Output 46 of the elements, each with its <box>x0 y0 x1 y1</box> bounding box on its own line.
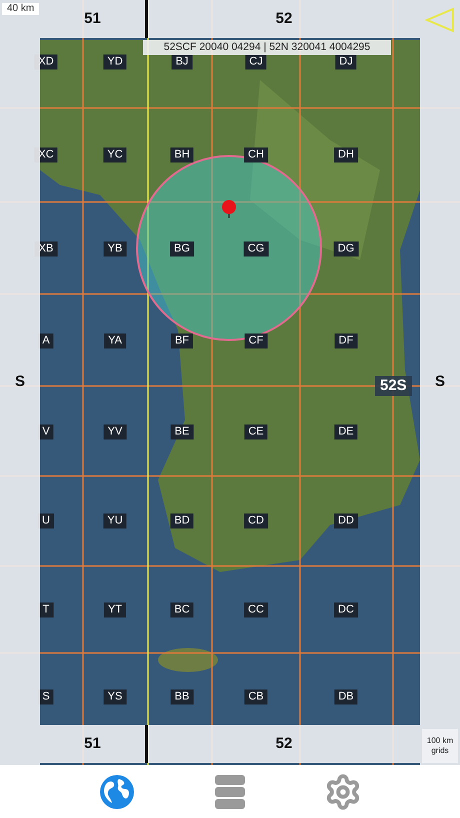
grid-square-label: BH <box>170 148 194 162</box>
grid-square-label: BG <box>170 242 194 256</box>
grid-square-label: BJ <box>172 54 192 70</box>
zone-number: 51 <box>84 8 101 29</box>
grid-square-label: CJ <box>245 54 267 70</box>
grid-square-label: CG <box>244 242 268 256</box>
latitude-band-label: S <box>434 372 445 392</box>
coordinate-readout: 52SCF 20040 04294 | 52N 320041 4004295 <box>143 40 391 55</box>
stacked-bars-icon <box>214 774 245 808</box>
grid-square-label: BC <box>170 602 194 618</box>
zone-label: 52S <box>375 376 412 396</box>
grid-square-label: DD <box>334 514 358 528</box>
grid-square-label: CF <box>244 334 268 348</box>
grid-square-label: BE <box>170 424 194 440</box>
grid-square-label: DG <box>334 242 358 256</box>
grid-square-label: DC <box>334 602 358 618</box>
grid-square-label: CH <box>244 148 268 162</box>
grid-square-label: YB <box>104 242 126 256</box>
grid-size-button[interactable]: 100 km grids <box>422 729 458 763</box>
grid-square-label: YS <box>104 690 126 704</box>
grid-square-label: BB <box>170 690 194 704</box>
zone-number: 52 <box>276 8 292 29</box>
grid-square-label: YC <box>103 148 127 162</box>
grid-square-label: BF <box>170 334 194 348</box>
grid-square-label: YT <box>104 602 126 618</box>
zone-number: 51 <box>84 734 101 754</box>
grid-square-label: DB <box>334 690 358 704</box>
grid-square-label: YU <box>103 514 127 528</box>
grid-square-label: DH <box>334 148 358 162</box>
scale-label: 40 km <box>2 3 40 15</box>
grid-square-label: CD <box>244 514 268 528</box>
globe-icon <box>98 774 135 810</box>
grid-square-label: DE <box>334 424 358 440</box>
location-pin-icon <box>221 200 237 218</box>
grid-square-label: YD <box>103 54 127 70</box>
grid-square-label: YV <box>104 424 126 440</box>
grid-square-label: BD <box>170 514 194 528</box>
grid-square-label: CE <box>244 424 268 440</box>
grid-square-label: CB <box>244 690 268 704</box>
grid-square-label: DJ <box>335 54 357 70</box>
latitude-band-label: S <box>14 372 25 392</box>
grid-square-label: CC <box>244 602 268 618</box>
grid-square-label: YA <box>104 334 126 348</box>
grid-square-label: DF <box>334 334 358 348</box>
zone-number: 52 <box>276 734 292 754</box>
triangle-icon <box>425 7 455 33</box>
